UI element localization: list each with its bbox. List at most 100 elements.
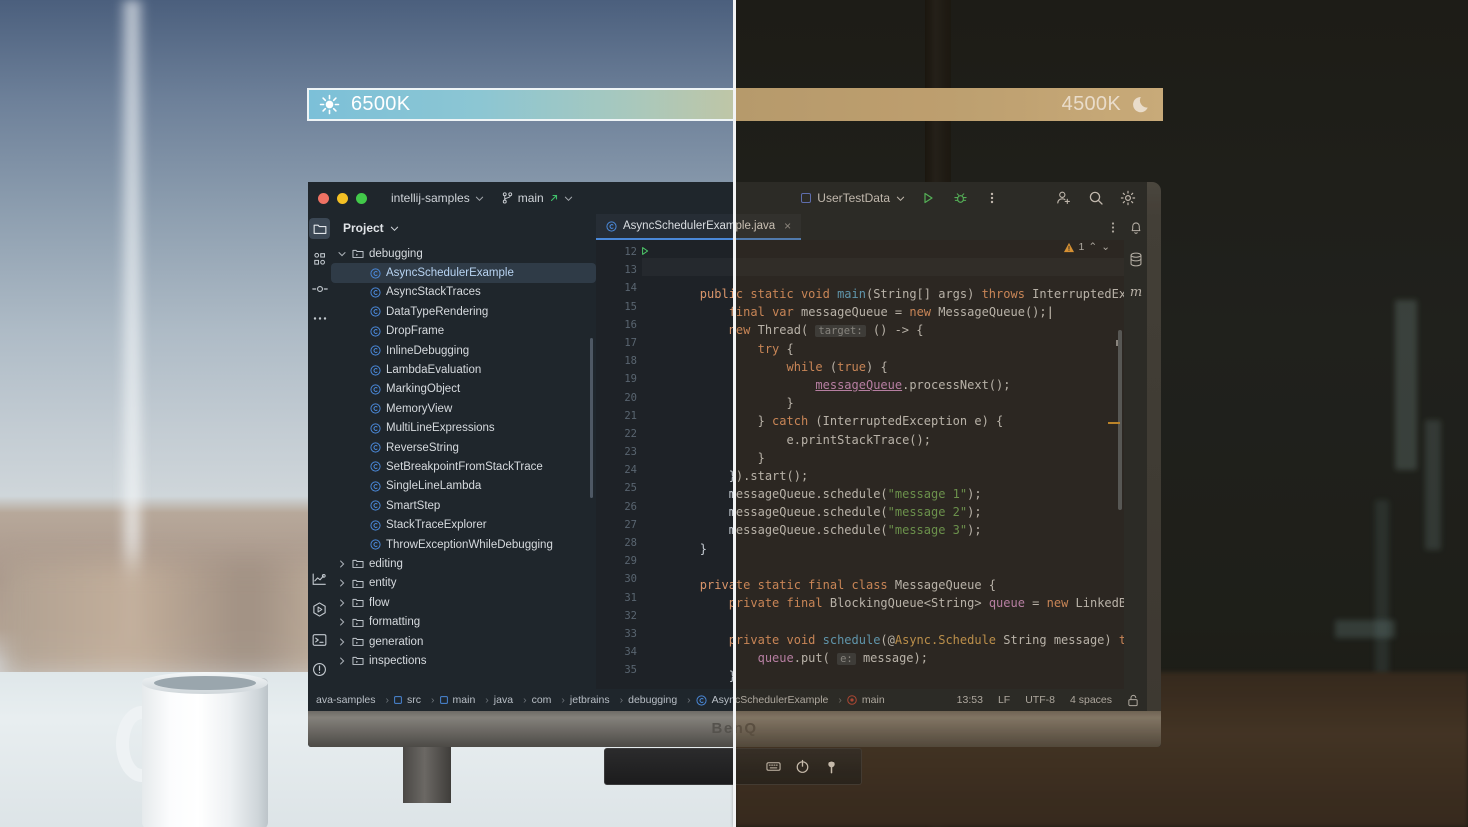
keyboard-icon[interactable] [766,759,781,774]
project-selector[interactable]: intellij-samples [391,191,484,205]
branch-selector[interactable]: main [502,191,573,205]
file-encoding[interactable]: UTF-8 [1025,694,1055,706]
tree-node[interactable]: SetBreakpointFromStackTrace [331,457,596,476]
project-tree-scrollbar[interactable] [590,338,593,498]
inspection-widget[interactable]: 1 ⌃ ⌄ [1063,241,1110,253]
sidebar-item-commit[interactable] [309,278,330,299]
source-code[interactable]: public static void main(String[] args) t… [642,240,1124,689]
tree-node[interactable]: MultiLineExpressions [331,419,596,438]
breadcrumb-item[interactable]: debugging › [628,694,691,706]
tree-node[interactable]: SmartStep [331,496,596,515]
sidebar-item-more-tools[interactable] [309,308,330,329]
inspection-prev[interactable]: ⌃ [1088,241,1097,253]
line-number[interactable]: 27 [596,516,637,534]
code-area[interactable]: 12 13 14 15 16 17 18 19 20 21 22 23 24 25 26 27 28 29 30 31… [596,240,1124,689]
line-number[interactable]: 17 [596,334,637,352]
eye-care-icon[interactable] [824,759,839,774]
line-number[interactable]: 15 [596,298,637,316]
line-number[interactable]: 12 [596,243,649,261]
sidebar-item-profiler[interactable] [309,569,330,590]
indent-setting[interactable]: 4 spaces [1070,694,1112,706]
line-number[interactable]: 26 [596,498,637,516]
sidebar-item-maven[interactable]: m [1128,284,1144,300]
breadcrumb[interactable]: ava-samples › src › main › java › com › jetbrains ›… [316,694,890,706]
line-number[interactable]: 23 [596,443,637,461]
run-button[interactable] [919,189,937,207]
tree-node[interactable]: debugging [331,244,596,263]
readonly-toggle[interactable] [1127,694,1139,707]
line-number-gutter[interactable]: 12 13 14 15 16 17 18 19 20 21 22 23 24 25 26 27 28 29 30 31… [596,240,649,689]
editor-marker-warning[interactable] [1108,422,1120,424]
breadcrumb-item[interactable]: src › [394,694,435,706]
tree-node[interactable]: StackTraceExplorer [331,515,596,534]
tree-node[interactable]: SingleLineLambda [331,477,596,496]
inspection-next[interactable]: ⌄ [1101,241,1110,253]
tree-node[interactable]: AsyncStackTraces [331,283,596,302]
sidebar-item-terminal[interactable] [309,629,330,650]
line-number[interactable]: 22 [596,425,637,443]
line-number[interactable]: 35 [596,661,637,679]
add-user-button[interactable] [1055,189,1073,207]
power-icon[interactable] [795,759,810,774]
line-number[interactable]: 32 [596,607,637,625]
editor-scrollbar[interactable] [1118,330,1122,510]
breadcrumb-item[interactable]: main › [439,694,489,706]
search-button[interactable] [1087,189,1105,207]
breadcrumb-item[interactable]: jetbrains › [570,694,623,706]
line-number[interactable]: 31 [596,589,637,607]
line-number[interactable]: 29 [596,552,637,570]
tree-node[interactable]: ThrowExceptionWhileDebugging [331,535,596,554]
tree-node[interactable]: DataTypeRendering [331,302,596,321]
tree-node[interactable]: MarkingObject [331,380,596,399]
tab-asyncschedulerexample[interactable]: AsyncSchedulerExample.java × [596,214,802,240]
tree-node[interactable]: InlineDebugging [331,341,596,360]
more-actions-button[interactable] [983,189,1001,207]
maximize-window-button[interactable] [356,192,367,204]
window-controls[interactable] [318,192,367,204]
settings-button[interactable] [1119,189,1137,207]
line-number[interactable]: 34 [596,643,637,661]
tree-node[interactable]: DropFrame [331,322,596,341]
run-configuration-selector[interactable]: UserTestData [801,191,905,205]
close-tab-icon[interactable]: × [784,219,791,233]
tree-node[interactable]: flow [331,593,596,612]
sidebar-item-run[interactable] [309,599,330,620]
tree-node[interactable]: entity [331,574,596,593]
close-window-button[interactable] [318,192,329,204]
line-number[interactable]: 19 [596,370,637,388]
line-number[interactable]: 28 [596,534,637,552]
line-number[interactable]: 20 [596,389,637,407]
line-number[interactable]: 21 [596,407,637,425]
project-panel-header[interactable]: Project [331,214,596,242]
line-number[interactable]: 25 [596,479,637,497]
tree-node[interactable]: MemoryView [331,399,596,418]
breadcrumb-item[interactable]: ava-samples › [316,694,389,706]
debug-button[interactable] [951,189,969,207]
tree-node[interactable]: LambdaEvaluation [331,360,596,379]
sidebar-item-notifications[interactable] [1129,220,1143,235]
line-number[interactable]: 14 [596,279,637,297]
breadcrumb-item[interactable]: main [847,694,885,706]
tree-node[interactable]: editing [331,554,596,573]
tree-node[interactable]: formatting [331,612,596,631]
line-number[interactable]: 30 [596,570,637,588]
line-number[interactable]: 16 [596,316,637,334]
caret-position[interactable]: 13:53 [957,694,983,706]
tree-node[interactable]: generation [331,632,596,651]
sidebar-item-problems[interactable] [309,659,330,680]
tree-node[interactable]: inspections [331,651,596,670]
sidebar-item-project[interactable] [309,218,330,239]
line-number[interactable]: 13 [596,261,637,279]
line-number[interactable]: 24 [596,461,637,479]
editor-options-button[interactable] [1102,214,1124,240]
line-number[interactable]: 33 [596,625,637,643]
tree-node[interactable]: AsyncSchedulerExample [331,263,596,283]
line-separator[interactable]: LF [998,694,1010,706]
project-tree[interactable]: debugging AsyncSchedulerExample AsyncStack… [331,242,596,689]
sidebar-item-structure[interactable] [309,248,330,269]
breadcrumb-item[interactable]: AsyncSchedulerExample › [696,694,842,706]
breadcrumb-item[interactable]: com › [532,694,565,706]
tree-node[interactable]: ReverseString [331,438,596,457]
line-number[interactable]: 18 [596,352,637,370]
sidebar-item-database[interactable] [1129,252,1143,267]
